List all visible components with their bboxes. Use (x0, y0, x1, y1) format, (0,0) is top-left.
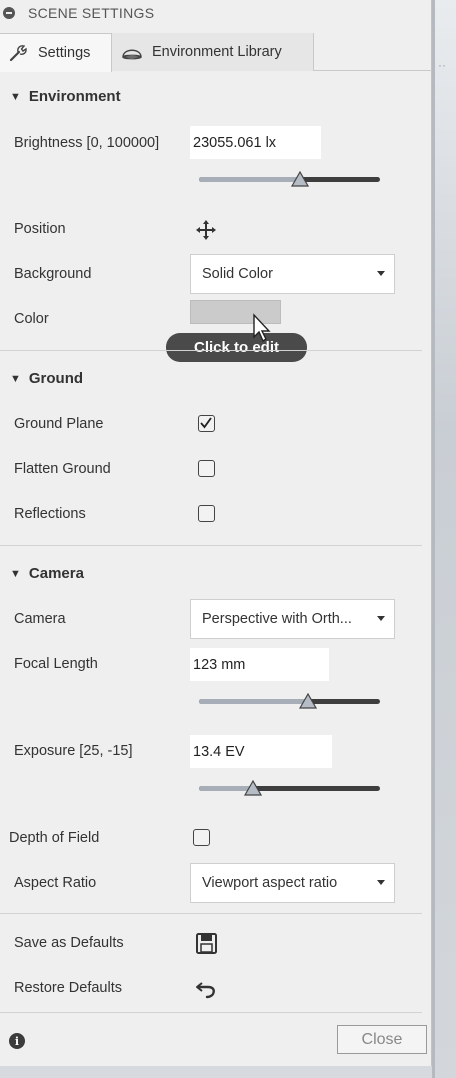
panel-edge (432, 0, 435, 1078)
slider-fill (199, 177, 300, 182)
close-button-label: Close (361, 1030, 403, 1048)
footer-divider (0, 1012, 422, 1013)
reflections-label: Reflections (14, 506, 86, 522)
ground-section-header[interactable]: ▼ Ground (10, 370, 83, 387)
restore-defaults-label: Restore Defaults (14, 980, 122, 996)
focal-length-label: Focal Length (14, 656, 98, 672)
environment-section-header[interactable]: ▼ Environment (10, 88, 121, 105)
reflections-checkbox[interactable] (198, 505, 215, 522)
tab-environment-library-label: Environment Library (152, 44, 282, 60)
exposure-input[interactable]: 13.4 EV (190, 735, 332, 768)
panel-title-bar[interactable]: SCENE SETTINGS (0, 0, 432, 26)
tab-settings-label: Settings (38, 45, 91, 61)
camera-select[interactable]: Perspective with Orth... (190, 599, 395, 639)
wrench-icon (8, 43, 30, 63)
slider-thumb[interactable] (299, 693, 317, 709)
flatten-ground-checkbox[interactable] (198, 460, 215, 477)
viewport-background: ·· (432, 0, 456, 1078)
exposure-value: 13.4 EV (193, 743, 245, 760)
background-select[interactable]: Solid Color (190, 254, 395, 294)
slider-thumb[interactable] (244, 780, 262, 796)
close-button[interactable]: Close (337, 1025, 427, 1054)
ground-plane-label: Ground Plane (14, 416, 104, 432)
collapse-icon[interactable] (3, 7, 15, 19)
color-label: Color (14, 311, 49, 327)
tab-environment-library[interactable]: Environment Library (112, 33, 314, 71)
camera-value: Perspective with Orth... (202, 611, 352, 627)
background-label: Background (14, 266, 92, 282)
aspect-ratio-select[interactable]: Viewport aspect ratio (190, 863, 395, 903)
depth-of-field-label: Depth of Field (9, 830, 100, 846)
position-label: Position (14, 221, 66, 237)
click-to-edit-tooltip: Click to edit (166, 333, 307, 362)
camera-label: Camera (14, 611, 66, 627)
scene-settings-panel: SCENE SETTINGS Settings Environment Libr… (0, 0, 432, 1066)
caret-down-icon: ▼ (10, 90, 21, 103)
panel-title: SCENE SETTINGS (28, 5, 155, 21)
save-icon[interactable] (195, 932, 218, 955)
exposure-label: Exposure [25, -15] (14, 743, 133, 759)
slider-fill (199, 699, 309, 704)
chevron-down-icon (377, 271, 385, 276)
chevron-down-icon (377, 880, 385, 885)
chevron-down-icon (377, 616, 385, 621)
brightness-input[interactable]: 23055.061 lx (190, 126, 321, 159)
focal-length-value: 123 mm (193, 656, 246, 673)
slider-thumb[interactable] (291, 171, 309, 187)
ground-header-label: Ground (28, 370, 84, 387)
tab-bar: Settings Environment Library (0, 33, 432, 72)
viewport-fragment-icon: ·· (438, 58, 446, 72)
focal-length-slider[interactable] (199, 692, 380, 712)
background-value: Solid Color (202, 266, 273, 282)
depth-of-field-checkbox[interactable] (193, 829, 210, 846)
checkmark-icon (200, 417, 212, 429)
aspect-ratio-value: Viewport aspect ratio (202, 875, 338, 891)
tab-settings[interactable]: Settings (0, 33, 112, 72)
brightness-value: 23055.061 lx (193, 134, 277, 151)
move-icon[interactable] (195, 219, 217, 241)
focal-length-input[interactable]: 123 mm (190, 648, 329, 681)
mouse-cursor-icon (253, 313, 271, 343)
section-divider (0, 545, 422, 546)
section-divider (0, 913, 422, 914)
brightness-slider[interactable] (199, 170, 380, 190)
restore-icon[interactable] (195, 977, 219, 1001)
section-divider (0, 350, 422, 351)
brightness-label: Brightness [0, 100000] (14, 135, 160, 151)
flatten-ground-label: Flatten Ground (14, 461, 111, 477)
caret-down-icon: ▼ (10, 372, 21, 385)
info-icon[interactable]: i (9, 1033, 25, 1049)
dome-icon (120, 44, 144, 60)
aspect-ratio-label: Aspect Ratio (14, 875, 97, 891)
camera-header-label: Camera (28, 565, 84, 582)
exposure-slider[interactable] (199, 779, 380, 799)
camera-section-header[interactable]: ▼ Camera (10, 565, 84, 582)
caret-down-icon: ▼ (10, 567, 21, 580)
save-as-defaults-label: Save as Defaults (14, 935, 124, 951)
ground-plane-checkbox[interactable] (198, 415, 215, 432)
environment-header-label: Environment (28, 88, 121, 105)
